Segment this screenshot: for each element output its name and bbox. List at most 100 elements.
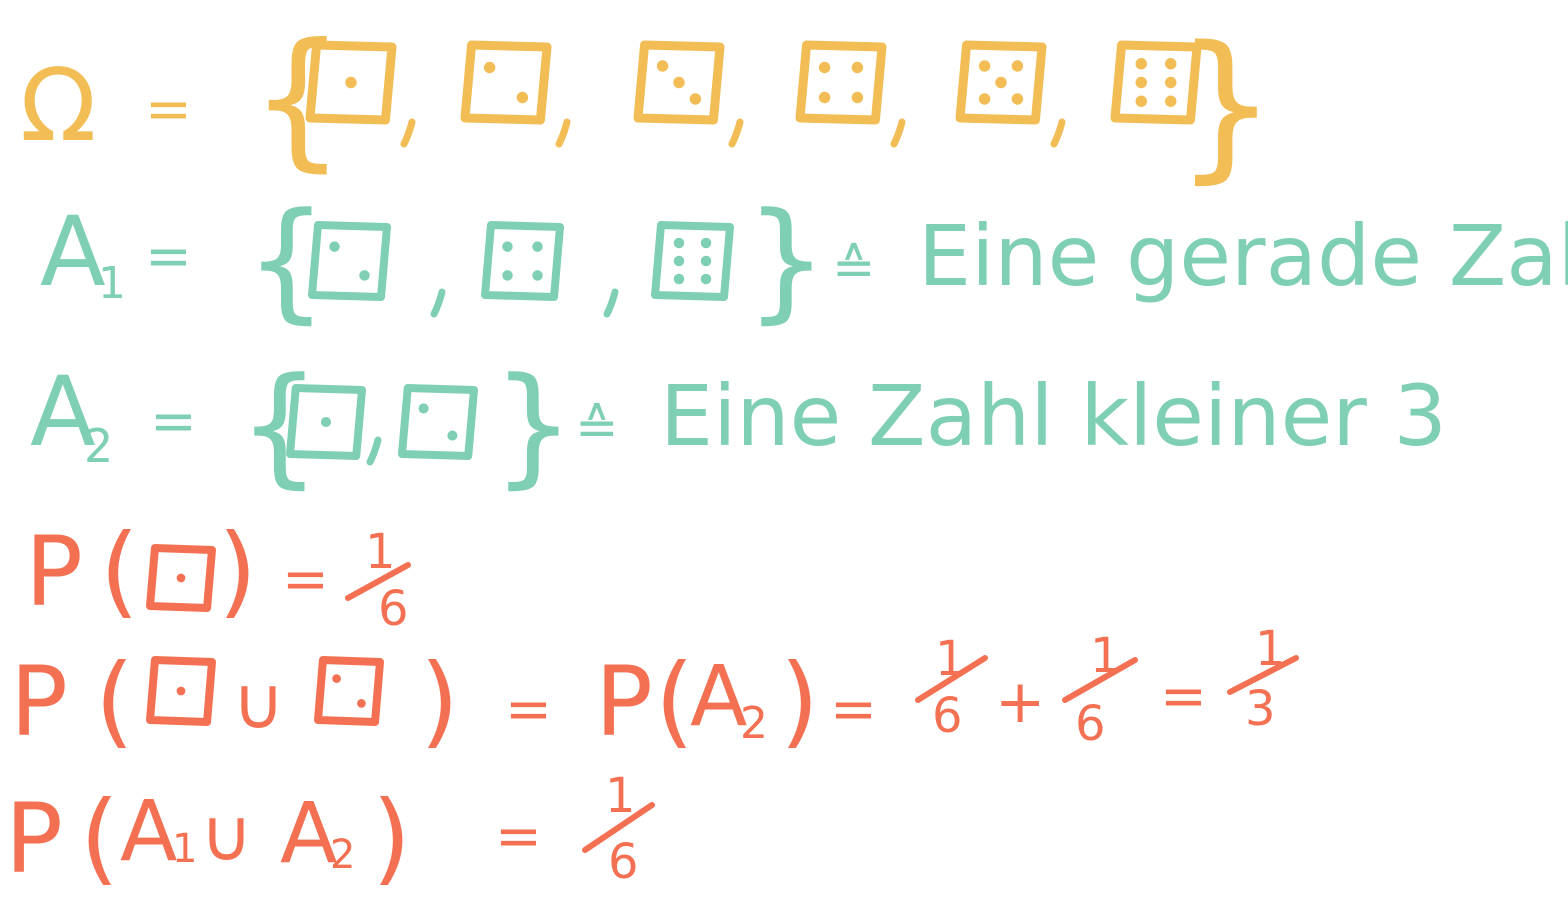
a1-equals: = (145, 224, 192, 289)
p3-a2-subscript: 2 (330, 832, 355, 878)
die-pip (502, 270, 513, 281)
a1-corresponds: ≙ (832, 238, 876, 298)
omega-die-4 (795, 40, 887, 125)
p1-die-group (146, 544, 216, 612)
a2-close-brace: } (492, 349, 575, 501)
p2-die-1 (146, 656, 216, 726)
p3-union: ∪ (200, 793, 253, 877)
omega-die-2 (460, 40, 552, 125)
die-pip (447, 430, 458, 441)
die-pip (1011, 93, 1024, 105)
die-pip (673, 273, 685, 285)
omega-symbol: Ω (20, 47, 96, 164)
p3-prefix: P (5, 783, 63, 895)
die-outline (460, 40, 552, 125)
a1-comma (430, 288, 446, 318)
p2-prob-open-paren: ( (655, 642, 694, 759)
p2-prob-prefix: P (595, 646, 653, 758)
p3-equals: = (495, 804, 542, 869)
die-pip (818, 61, 831, 74)
die-pip (1135, 76, 1147, 89)
die-pip (978, 93, 991, 105)
die-outline (314, 656, 384, 726)
p3-open-paren: ( (80, 779, 119, 896)
probability-union-line: P ( ∪ ) = P ( A 2 ) = 1 6 + 1 6 = 1 3 (10, 621, 1299, 759)
p2-equals: = (505, 677, 552, 742)
die-outline (651, 221, 734, 301)
a1-comma (603, 288, 619, 318)
p1-equals: = (282, 547, 329, 612)
event-a1-line: A 1 = { } ≙ Eine gerade Zahl (40, 184, 1568, 336)
p2-prefix: P (10, 646, 68, 758)
whiteboard-canvas: Ω = { } A 1 = { } ≙ Eine gerade Zahl A 2… (5, 11, 1568, 896)
die-outline (398, 384, 478, 460)
a2-corresponds: ≙ (575, 398, 619, 458)
die-pip (1011, 60, 1024, 72)
die-pip (532, 270, 543, 281)
die-pip (532, 241, 543, 252)
die-pip (502, 241, 513, 252)
die-pip (673, 76, 685, 89)
p3-denominator: 6 (608, 834, 639, 890)
die-pip (689, 93, 702, 105)
die-pip (329, 241, 340, 252)
a1-die-6 (651, 221, 734, 301)
p3-close-paren: ) (372, 779, 411, 896)
p2-plus: + (995, 667, 1045, 737)
a2-comma (366, 436, 382, 466)
die-pip (700, 237, 712, 249)
a2-subscript: 2 (84, 419, 113, 473)
die-pip (176, 686, 186, 696)
die-pip (700, 273, 712, 285)
die-pip (516, 91, 529, 104)
omega-equals: = (145, 77, 192, 142)
a1-die-4 (481, 221, 564, 301)
a1-subscript: 1 (98, 258, 126, 309)
p3-a1-symbol: A (120, 782, 177, 880)
p2-term1-denominator: 6 (932, 688, 963, 744)
a1-symbol: A (40, 196, 106, 308)
p2-equals-3: = (1160, 664, 1207, 729)
omega-close-brace: } (1175, 11, 1277, 198)
die-outline (481, 221, 564, 301)
p1-denominator: 6 (378, 581, 409, 637)
die-pip (851, 91, 864, 104)
p2-result-denominator: 3 (1245, 681, 1276, 737)
p2-event-subscript: 2 (740, 698, 768, 749)
a2-description: Eine Zahl kleiner 3 (660, 367, 1447, 465)
omega-comma (728, 118, 744, 148)
p2-die-2 (314, 656, 384, 726)
a2-die-2 (398, 384, 478, 460)
omega-comma (555, 118, 571, 148)
p1-close-paren: ) (218, 512, 257, 629)
p2-close-paren: ) (420, 642, 459, 759)
p2-open-paren: ( (95, 642, 134, 759)
die-pip (851, 61, 864, 74)
p3-a2-symbol: A (280, 784, 337, 882)
a1-dice-group (308, 221, 734, 318)
p1-prefix: P (25, 516, 83, 628)
omega-comma (1050, 118, 1066, 148)
omega-comma (400, 118, 416, 148)
a1-close-brace: } (745, 184, 828, 336)
die-pip (1135, 95, 1147, 107)
die-pip (1135, 58, 1147, 70)
die-pip (357, 699, 366, 708)
p1-die-1 (146, 544, 216, 612)
omega-die-5 (955, 40, 1047, 125)
p1-open-paren: ( (100, 512, 139, 629)
die-pip (418, 403, 429, 414)
probability-single-line: P ( ) = 1 6 (25, 512, 411, 637)
die-pip (978, 60, 991, 72)
p2-term2-denominator: 6 (1075, 696, 1106, 752)
event-a2-line: A 2 = { } ≙ Eine Zahl kleiner 3 (30, 349, 1447, 501)
die-pip (673, 237, 685, 249)
die-pip (345, 76, 357, 89)
die-outline (795, 40, 887, 125)
die-pip (176, 573, 186, 583)
sample-space-line: Ω = { } (20, 11, 1277, 198)
probability-event-union-line: P ( A 1 ∪ A 2 ) = 1 6 (5, 768, 655, 896)
die-pip (359, 270, 370, 281)
omega-dice-group (305, 40, 1202, 148)
die-pip (700, 255, 712, 267)
